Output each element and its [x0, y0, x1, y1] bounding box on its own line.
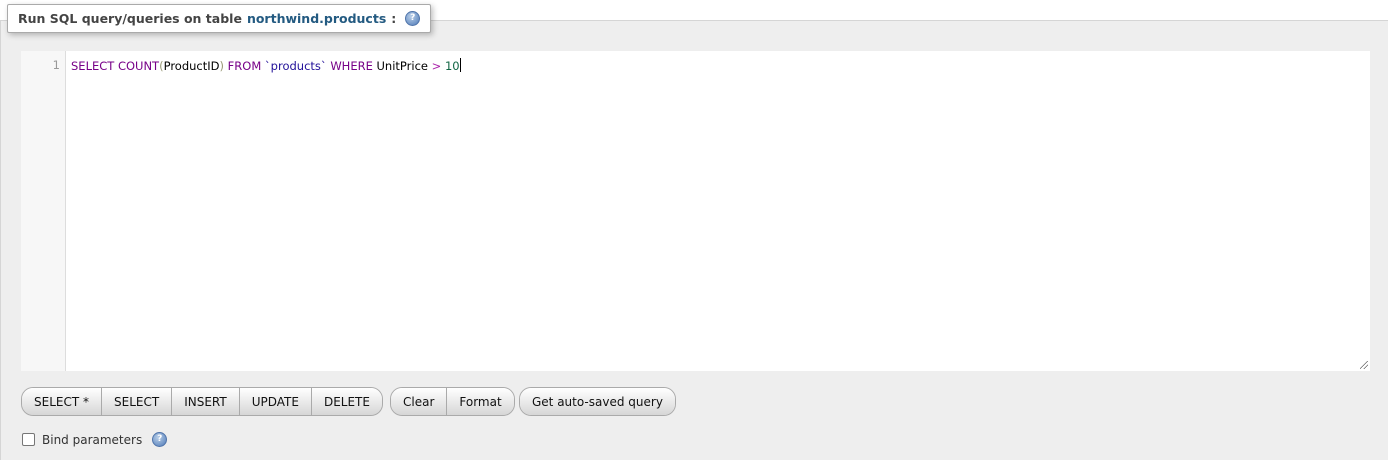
auto-saved-group: Get auto-saved query [519, 387, 676, 416]
sql-number: 10 [444, 59, 460, 73]
select-star-button[interactable]: SELECT * [22, 388, 102, 415]
sql-operator: > [431, 59, 442, 73]
update-button[interactable]: UPDATE [239, 388, 312, 415]
sql-keyword: SELECT [71, 59, 115, 73]
insert-button[interactable]: INSERT [172, 388, 240, 415]
sql-paren: ) [219, 59, 225, 73]
line-gutter: 1 [21, 51, 66, 371]
query-template-buttons: SELECT * SELECT INSERT UPDATE DELETE [21, 387, 383, 416]
bind-parameters-label[interactable]: Bind parameters [42, 433, 142, 447]
delete-button[interactable]: DELETE [311, 388, 382, 415]
legend-suffix: : [391, 11, 397, 26]
text-cursor [459, 58, 461, 72]
sql-table-name: `products` [264, 59, 327, 73]
sql-keyword: FROM [227, 59, 262, 73]
format-button[interactable]: Format [447, 388, 514, 415]
help-icon[interactable]: ? [152, 432, 168, 447]
sql-identifier: ProductID [163, 59, 220, 73]
legend-prefix: Run SQL query/queries on table [18, 11, 242, 26]
panel-legend: Run SQL query/queries on table northwind… [7, 4, 432, 33]
sql-keyword: WHERE [330, 59, 373, 73]
editor-action-buttons: Clear Format [390, 387, 515, 416]
sql-keyword: COUNT [117, 59, 160, 73]
bind-parameters-checkbox[interactable] [22, 433, 35, 446]
sql-editor[interactable]: 1 SELECT COUNT(ProductID) FROM `products… [21, 51, 1370, 371]
select-button[interactable]: SELECT [102, 388, 173, 415]
table-link[interactable]: northwind.products [247, 11, 386, 26]
sql-identifier: UnitPrice [376, 59, 428, 73]
line-number: 1 [52, 58, 60, 72]
bind-parameters-row: Bind parameters ? [22, 432, 168, 447]
get-auto-saved-query-button[interactable]: Get auto-saved query [520, 388, 675, 415]
clear-button[interactable]: Clear [391, 388, 448, 415]
help-icon[interactable]: ? [405, 11, 421, 26]
code-line[interactable]: SELECT COUNT(ProductID) FROM `products` … [71, 58, 461, 73]
resize-handle-icon[interactable] [1360, 361, 1368, 369]
